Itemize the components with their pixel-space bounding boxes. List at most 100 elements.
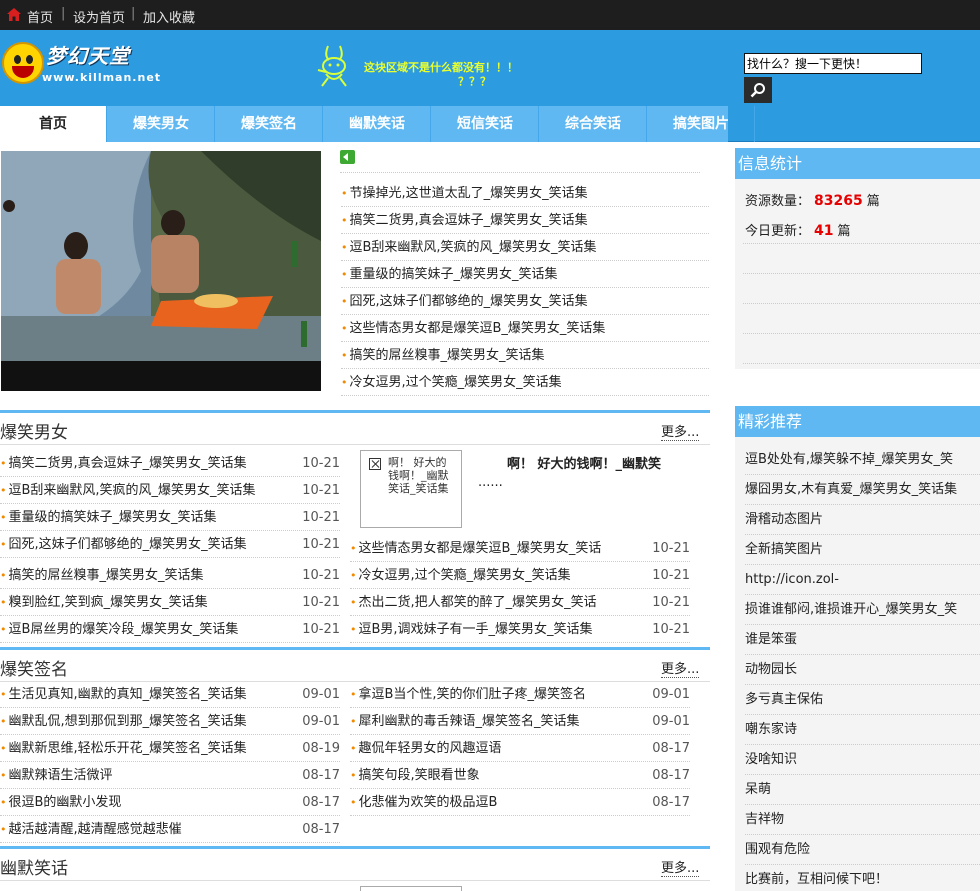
home-icon <box>7 8 21 21</box>
list-item-link: • 囧死,这妹子们都够绝的_爆笑男女_笑话集 <box>0 531 247 557</box>
list-item-date: 09-01 <box>652 687 690 702</box>
list-item[interactable]: • 逗B屌丝男的爆笑冷段_爆笑男女_笑话集 10-21 <box>0 616 340 643</box>
bullet-icon: • <box>0 623 7 636</box>
list-item[interactable]: • 幽默乱侃,想到那侃到那_爆笑签名_笑话集 09-01 <box>0 708 340 735</box>
recommend-item[interactable]: 动物园长 <box>745 655 980 685</box>
list-item[interactable]: • 搞笑二货男,真会逗妹子_爆笑男女_笑话集 10-21 <box>0 450 340 477</box>
list-item[interactable]: • 冷女逗男,过个笑瘾_爆笑男女_笑话集 10-21 <box>350 562 690 589</box>
list-item[interactable]: • 很逗B的幽默小发现 08-17 <box>0 789 340 816</box>
feature-title-link[interactable]: 啊！ 好大的钱啊！_幽默笑 <box>507 453 661 472</box>
list-item[interactable]: • 幽默新思维,轻松乐开花_爆笑签名_笑话集 08-19 <box>0 735 340 762</box>
set-home-link[interactable]: 设为首页 <box>73 7 125 26</box>
nav-tab[interactable]: 爆笑签名 <box>216 106 323 142</box>
headline-item[interactable]: • 搞笑的屌丝糗事_爆笑男女_笑话集 <box>341 342 709 369</box>
list-item-text: 化悲催为欢笑的极品逗B <box>358 795 498 810</box>
list-item[interactable]: • 生活见真知,幽默的真知_爆笑签名_笑话集 09-01 <box>0 681 340 708</box>
topbar-separator: | <box>61 6 66 21</box>
section-title: 爆笑男女 <box>0 423 68 443</box>
headline-item[interactable]: • 搞笑二货男,真会逗妹子_爆笑男女_笑话集 <box>341 207 709 234</box>
list-item-text: 越活越清醒,越清醒感觉越悲催 <box>8 822 182 837</box>
recommend-item[interactable]: 全新搞笑图片 <box>745 535 980 565</box>
list-item-link: • 搞笑二货男,真会逗妹子_爆笑男女_笑话集 <box>0 450 247 476</box>
list-item[interactable]: • 这些情态男女都是爆笑逗B_爆笑男女_笑话 10-21 <box>350 535 690 562</box>
headline-item[interactable]: • 重量级的搞笑妹子_爆笑男女_笑话集 <box>341 261 709 288</box>
home-link[interactable]: 首页 <box>27 7 53 26</box>
list-item[interactable]: • 搞笑的屌丝糗事_爆笑男女_笑话集 10-21 <box>0 562 340 589</box>
list-item-date: 10-21 <box>652 595 690 610</box>
list-item-link: • 犀利幽默的毒舌辣语_爆笑签名_笑话集 <box>350 708 580 734</box>
rabbit-mascot-icon <box>317 45 347 87</box>
recommend-item[interactable]: 滑稽动态图片 <box>745 505 980 535</box>
list-item[interactable]: • 化悲催为欢笑的极品逗B 08-17 <box>350 789 690 816</box>
featured-photo[interactable] <box>1 151 321 391</box>
recommend-item[interactable]: 损谁谁郁闷,谁损谁开心_爆笑男女_笑 <box>745 595 980 625</box>
nav-tab[interactable]: 首页 <box>0 106 107 142</box>
headline-item[interactable]: • 冷女逗男,过个笑瘾_爆笑男女_笑话集 <box>341 369 709 396</box>
list-item-date: 08-17 <box>302 822 340 837</box>
recommend-item[interactable]: 吉祥物 <box>745 805 980 835</box>
feature-thumbnail[interactable]: 啊！ 好大的钱啊！_幽默笑话_笑话集 <box>360 450 462 528</box>
recommend-item[interactable]: 嘲东家诗 <box>745 715 980 745</box>
search-input[interactable] <box>744 53 922 74</box>
list-item[interactable]: • 囧死,这妹子们都够绝的_爆笑男女_笑话集 10-21 <box>0 531 340 558</box>
bookmark-link[interactable]: 加入收藏 <box>143 7 195 26</box>
list-item-text: 囧死,这妹子们都够绝的_爆笑男女_笑话集 <box>8 537 247 552</box>
recommend-item[interactable]: 围观有危险 <box>745 835 980 865</box>
smiley-logo-icon[interactable] <box>2 42 44 84</box>
more-link[interactable]: 更多... <box>661 857 700 877</box>
list-item[interactable]: • 搞笑句段,笑眼看世象 08-17 <box>350 762 690 789</box>
list-item-text: 杰出二货,把人都笑的醉了_爆笑男女_笑话 <box>358 595 597 610</box>
nav-tab[interactable]: 短信笑话 <box>432 106 539 142</box>
more-link[interactable]: 更多... <box>661 658 700 678</box>
recommend-item[interactable]: 爆囧男女,木有真爱_爆笑男女_笑话集 <box>745 475 980 505</box>
nav-tab[interactable]: 爆笑男女 <box>108 106 215 142</box>
bullet-icon: • <box>350 742 357 755</box>
stats-header: 信息统计 <box>735 148 980 179</box>
nav-tab[interactable]: 搞笑图片 <box>648 106 755 142</box>
recommend-item[interactable]: 逗B处处有,爆笑躲不掉_爆笑男女_笑 <box>745 445 980 475</box>
headline-item[interactable]: • 逗B刮来幽默风,笑疯的风_爆笑男女_笑话集 <box>341 234 709 261</box>
unit-label: 篇 <box>866 194 880 209</box>
bullet-icon: • <box>0 484 7 497</box>
list-item[interactable]: • 犀利幽默的毒舌辣语_爆笑签名_笑话集 09-01 <box>350 708 690 735</box>
list-item-date: 08-17 <box>302 795 340 810</box>
list-item[interactable]: • 糗到脸红,笑到疯_爆笑男女_笑话集 10-21 <box>0 589 340 616</box>
list-item[interactable]: • 杰出二货,把人都笑的醉了_爆笑男女_笑话 10-21 <box>350 589 690 616</box>
headline-item[interactable]: • 这些情态男女都是爆笑逗B_爆笑男女_笑话集 <box>341 315 709 342</box>
list-item-date: 10-21 <box>302 622 340 637</box>
recommend-item[interactable]: 多亏真主保佑 <box>745 685 980 715</box>
list-item[interactable]: • 幽默辣语生活微评 08-17 <box>0 762 340 789</box>
list-item-date: 10-21 <box>302 456 340 471</box>
recommend-item[interactable]: 谁是笨蛋 <box>745 625 980 655</box>
list-item[interactable]: • 越活越清醒,越清醒感觉越悲催 08-17 <box>0 816 340 843</box>
speaker-icon <box>340 150 355 164</box>
site-logo-text[interactable]: 梦幻天堂 <box>46 40 130 69</box>
list-item-text: 拿逗B当个性,笑的你们肚子疼_爆笑签名 <box>358 687 587 702</box>
nav-tab[interactable]: 综合笑话 <box>540 106 647 142</box>
recommend-item[interactable]: 比赛前，互相问候下吧！ <box>745 865 980 891</box>
list-item[interactable]: • 趣侃年轻男女的风趣逗语 08-17 <box>350 735 690 762</box>
list-item[interactable]: • 逗B刮来幽默风,笑疯的风_爆笑男女_笑话集 10-21 <box>0 477 340 504</box>
resource-count-value: 83265 <box>814 193 863 209</box>
search-button[interactable] <box>744 77 772 103</box>
recommend-item[interactable]: 呆萌 <box>745 775 980 805</box>
list-item[interactable]: • 拿逗B当个性,笑的你们肚子疼_爆笑签名 09-01 <box>350 681 690 708</box>
headline-item[interactable]: • 囧死,这妹子们都够绝的_爆笑男女_笑话集 <box>341 288 709 315</box>
section-header: 幽默笑话 更多... <box>0 846 710 881</box>
main-nav: 首页 爆笑男女 爆笑签名 幽默笑话 短信笑话 综合笑话 搞笑图片 <box>0 106 980 142</box>
list-item-link: • 这些情态男女都是爆笑逗B_爆笑男女_笑话 <box>350 535 601 561</box>
headline-item[interactable]: • 节操掉光,这世道太乱了_爆笑男女_笑话集 <box>341 180 709 207</box>
list-item-text: 搞笑的屌丝糗事_爆笑男女_笑话集 <box>8 568 204 583</box>
list-item-link: • 逗B男,调戏妹子有一手_爆笑男女_笑话集 <box>350 616 593 642</box>
more-link[interactable]: 更多... <box>661 421 700 441</box>
nav-tab[interactable]: 幽默笑话 <box>324 106 431 142</box>
section-title: 爆笑签名 <box>0 660 68 680</box>
list-item-text: 冷女逗男,过个笑瘾_爆笑男女_笑话集 <box>358 568 571 583</box>
site-header: 梦幻天堂 www.killman.net 这块区域不是什么都没有！！！ ？？？ <box>0 30 980 106</box>
list-item[interactable]: • 重量级的搞笑妹子_爆笑男女_笑话集 10-21 <box>0 504 340 531</box>
list-item[interactable]: • 逗B男,调戏妹子有一手_爆笑男女_笑话集 10-21 <box>350 616 690 643</box>
recommend-item[interactable]: http://icon.zol- <box>745 565 980 595</box>
recommend-item[interactable]: 没啥知识 <box>745 745 980 775</box>
feature-thumbnail[interactable] <box>360 886 462 891</box>
bullet-icon: • <box>0 511 7 524</box>
